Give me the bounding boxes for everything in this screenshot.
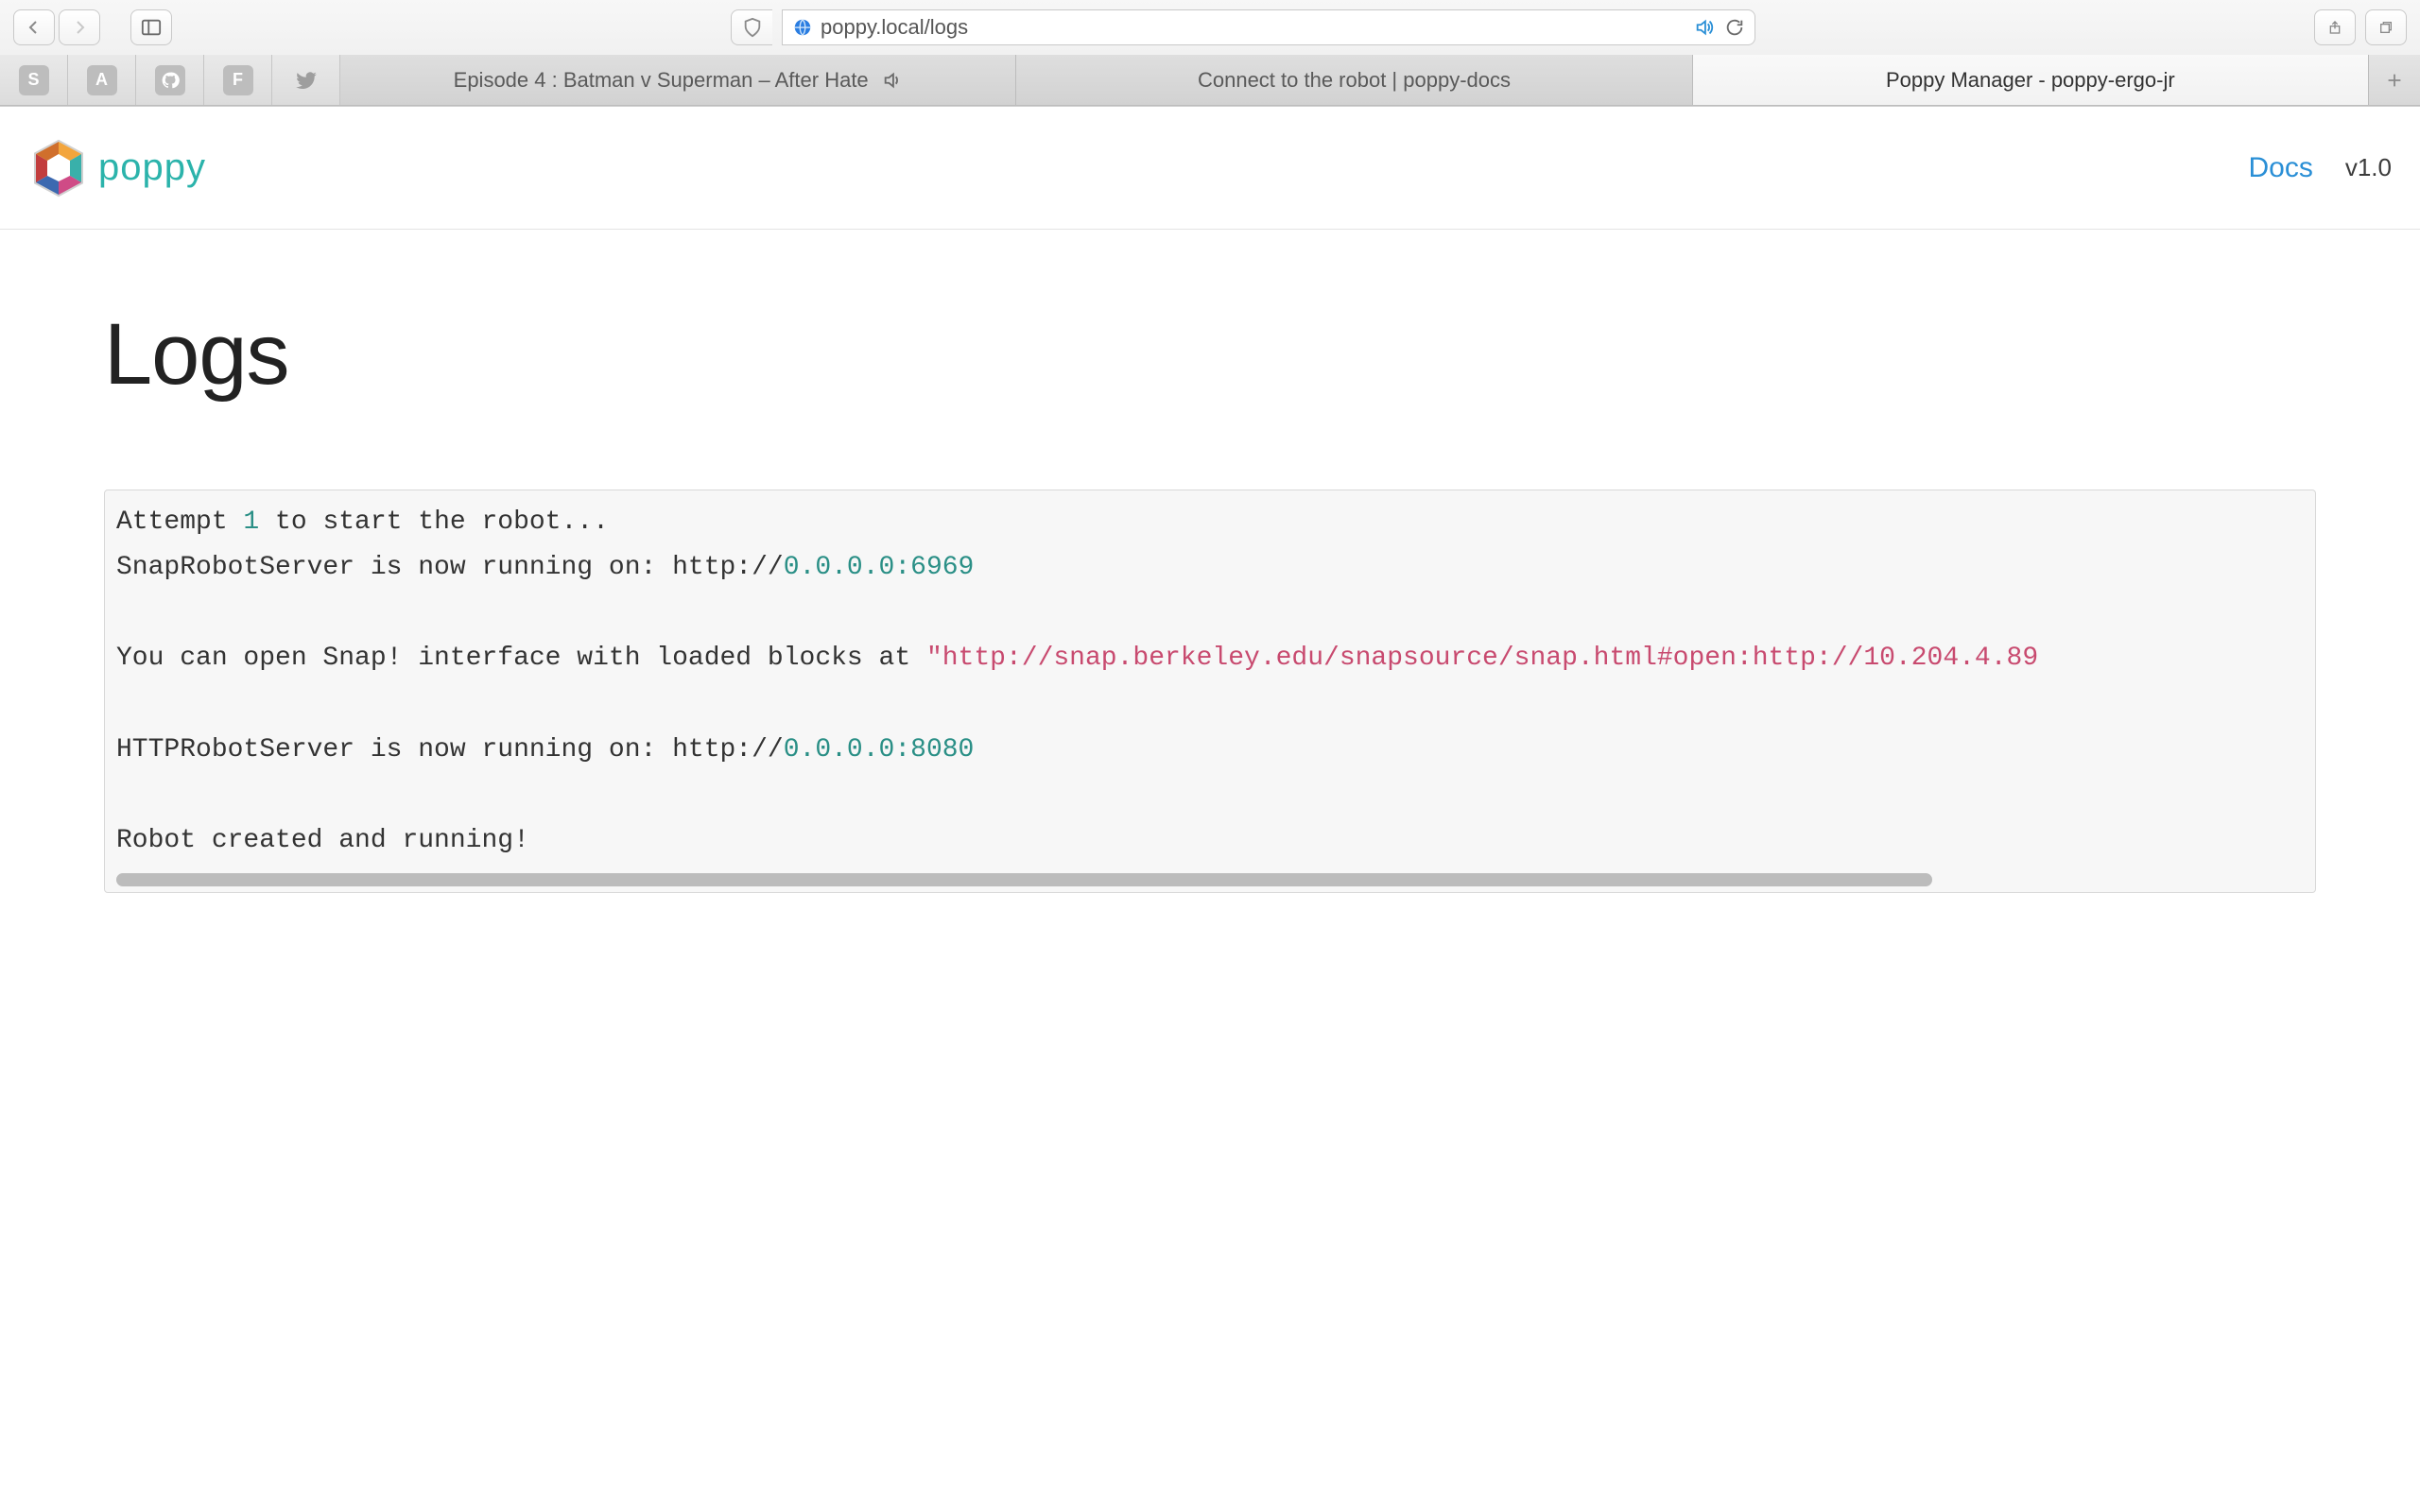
url-text: poppy.local/logs [821,15,968,40]
tab-poppy-manager[interactable]: Poppy Manager - poppy-ergo-jr [1693,55,2369,105]
log-box: Attempt 1 to start the robot... SnapRobo… [104,490,2316,893]
brand-text: poppy [98,146,206,189]
version-label: v1.0 [2345,153,2392,182]
toolbar: poppy.local/logs [0,0,2420,55]
poppy-logo-icon [28,138,89,198]
speaker-icon[interactable] [1694,17,1715,38]
nav-buttons [13,9,100,45]
tabs-button[interactable] [2365,9,2407,45]
forward-button[interactable] [59,9,100,45]
favorite-f[interactable]: F [204,55,272,105]
chevron-right-icon [72,20,87,35]
tab-label: Episode 4 : Batman v Superman – After Ha… [454,68,869,93]
reload-icon[interactable] [1724,17,1745,38]
scrollbar-thumb[interactable] [116,873,1932,886]
github-icon [161,71,180,90]
sidebar-toggle-button[interactable] [130,9,172,45]
brand-logo[interactable]: poppy [28,138,206,198]
reader-button[interactable] [731,9,772,45]
address-bar[interactable]: poppy.local/logs [782,9,1755,45]
right-toolbar [2314,9,2407,45]
speaker-icon [882,70,903,91]
new-tab-button[interactable] [2369,55,2420,105]
page-title: Logs [104,305,2316,404]
horizontal-scrollbar[interactable] [116,873,2304,886]
globe-icon [792,17,813,38]
chevron-left-icon [26,20,42,35]
twitter-icon [294,68,319,93]
tab-episode[interactable]: Episode 4 : Batman v Superman – After Ha… [340,55,1016,105]
share-icon [2327,20,2342,35]
shield-icon [742,17,763,38]
page-header: poppy Docs v1.0 [0,107,2420,230]
favorite-a[interactable]: A [68,55,136,105]
tabs-icon [2378,20,2394,35]
tab-label: Connect to the robot | poppy-docs [1198,68,1511,93]
browser-chrome: poppy.local/logs [0,0,2420,107]
tab-bar: S A F Episode 4 : Batman v Superman – Af… [0,55,2420,106]
log-output: Attempt 1 to start the robot... SnapRobo… [116,500,2304,864]
share-button[interactable] [2314,9,2356,45]
tab-label: Poppy Manager - poppy-ergo-jr [1886,68,2175,93]
favorite-twitter[interactable] [272,55,340,105]
favorite-github[interactable] [136,55,204,105]
sidebar-icon [141,17,162,38]
docs-link[interactable]: Docs [2248,152,2312,184]
content: Logs Attempt 1 to start the robot... Sna… [0,230,2420,931]
favorite-s[interactable]: S [0,55,68,105]
back-button[interactable] [13,9,55,45]
tab-docs[interactable]: Connect to the robot | poppy-docs [1016,55,1692,105]
plus-icon [2384,70,2405,91]
